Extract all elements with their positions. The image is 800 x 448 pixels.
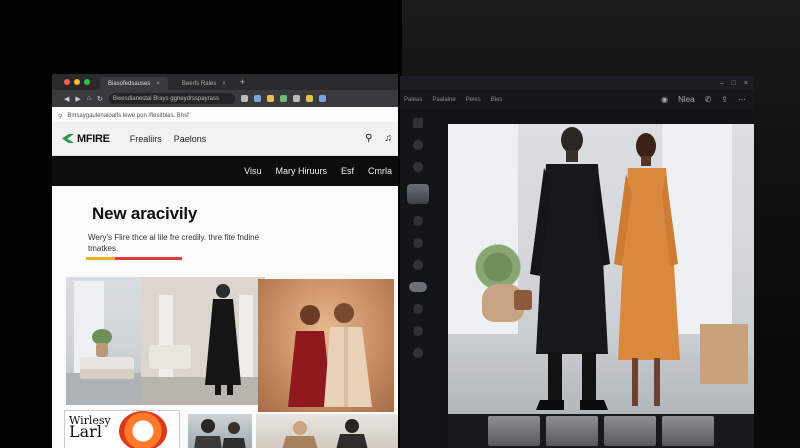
reload-icon[interactable]: ↻ (97, 95, 103, 103)
browser-tab[interactable]: Beerfs Rales × (174, 77, 234, 90)
phone-icon[interactable]: ✆ (705, 95, 712, 104)
extension-icon[interactable] (318, 95, 326, 102)
back-icon[interactable]: ◀ (64, 95, 69, 103)
right-screen-photo-app: – □ × Paleas Paalaine Peies Bles ◉ Nlea … (400, 76, 754, 448)
runway-photo-card[interactable] (141, 277, 265, 405)
menu-item[interactable]: Cmrla (368, 166, 392, 176)
sidebar-icon[interactable] (413, 238, 423, 248)
home-icon[interactable]: ⌂ (87, 95, 91, 102)
menu-item[interactable]: Visu (244, 166, 261, 176)
page-url-line: ⚲ Bmsaygaulenaloalfs.lewe pon /flesitbla… (58, 111, 398, 121)
browser-toolbar: ◀ ▶ ⌂ ↻ Bwesdianestal Brays ggneydrsspay… (52, 90, 398, 107)
address-bar-text: Bwesdianestal Brays ggneydrsspayrass (112, 95, 219, 102)
photo-viewer[interactable] (448, 124, 754, 448)
filmstrip-thumbnail[interactable] (604, 416, 656, 446)
extension-icon[interactable] (292, 95, 300, 102)
bell-icon[interactable]: ♫ (385, 133, 393, 144)
sidebar-icon[interactable] (413, 216, 423, 226)
models-photo-card[interactable] (258, 279, 394, 412)
filmstrip-thumbnail[interactable] (662, 416, 714, 446)
tab-label: Beerfs Rales (181, 80, 217, 87)
sidebar-icon[interactable] (413, 162, 423, 172)
menu-item[interactable]: Esf (341, 166, 354, 176)
app-title-bar: – □ × (400, 76, 754, 90)
tab-close-icon[interactable]: × (222, 81, 226, 87)
site-menu-bar: Visu Mary Hiruurs Esf Cmrla (52, 156, 398, 186)
promo-swirl-graphic (119, 411, 167, 448)
search-icon[interactable]: ⚲ (365, 133, 372, 144)
hero-accent-line (86, 257, 182, 260)
site-header: MFIRE Frealiirs Paelons ⚲ ♫ (52, 122, 398, 156)
toolbar-label[interactable]: Paleas (404, 97, 422, 103)
app-toolbar: Paleas Paalaine Peies Bles ◉ Nlea ✆ ⇪ ⋯ (400, 90, 754, 110)
nav-link[interactable]: Paelons (174, 134, 207, 144)
sidebar-icon[interactable] (413, 260, 423, 270)
extension-icon[interactable] (279, 95, 287, 102)
sidebar-icon[interactable] (413, 326, 423, 336)
browser-tab-active[interactable]: Biasofedsauses × (100, 77, 168, 90)
header-icons: ⚲ ♫ (365, 133, 392, 144)
logo-mark-icon (62, 134, 74, 143)
share-icon[interactable]: ⇪ (721, 95, 728, 104)
sidebar-icon[interactable] (413, 140, 423, 150)
maximize-icon[interactable]: □ (732, 80, 736, 87)
page-url-text: Bmsaygaulenaloalfs.lewe pon /flesitblas.… (67, 113, 189, 119)
toolbar-label[interactable]: Bles (491, 97, 503, 103)
models-walking-photo (514, 127, 680, 410)
toolbar-label[interactable]: Paalaine (432, 97, 455, 103)
promo-card[interactable]: Wirlesy Larl (64, 410, 180, 448)
toolbar-label[interactable]: Peies (466, 97, 481, 103)
close-icon[interactable]: × (744, 80, 748, 87)
filmstrip-thumbnail[interactable] (546, 416, 598, 446)
sidebar-icon[interactable] (413, 304, 423, 314)
sidebar-toggle[interactable] (409, 282, 427, 292)
filmstrip (448, 414, 754, 448)
runway-photo (141, 277, 265, 405)
sidebar-thumbnail[interactable] (407, 184, 429, 204)
promo-line: Larl (69, 422, 102, 441)
new-tab-icon[interactable]: + (240, 77, 245, 87)
extension-icon[interactable] (266, 95, 274, 102)
minimize-icon[interactable]: – (720, 80, 724, 87)
portrait-photo-card[interactable] (188, 414, 252, 448)
editorial-photo (282, 419, 368, 448)
filmstrip-thumbnail[interactable] (488, 416, 540, 446)
extension-icon[interactable] (305, 95, 313, 102)
models-photo (288, 303, 372, 407)
site-logo[interactable]: MFIRE (62, 133, 110, 145)
sidebar-icon[interactable] (413, 118, 423, 128)
tab-close-icon[interactable]: × (156, 81, 160, 87)
app-right-tools: ◉ Nlea ✆ ⇪ ⋯ (661, 95, 746, 104)
logo-text: MFIRE (77, 132, 110, 145)
window-minimize-icon[interactable] (74, 79, 80, 85)
window-close-icon[interactable] (64, 79, 70, 85)
tab-label: Biasofedsauses (108, 80, 151, 87)
toggle-icon[interactable]: ◉ (661, 95, 668, 104)
forward-icon[interactable]: ▶ (75, 95, 80, 103)
editorial-photo-card[interactable] (256, 414, 398, 448)
tool-label[interactable]: Nlea (678, 95, 694, 104)
lock-icon: ⚲ (58, 113, 63, 120)
sidebar-icon[interactable] (413, 348, 423, 358)
nav-link[interactable]: Frealiirs (130, 134, 162, 144)
portrait-photo (194, 419, 246, 448)
hero-subtitle: Wery's Flire thce al lile fre credily. t… (88, 233, 260, 253)
menu-item[interactable]: Mary Hiruurs (275, 166, 327, 176)
browser-tab-bar: Biasofedsauses × Beerfs Rales × + (52, 74, 398, 90)
address-bar[interactable]: Bwesdianestal Brays ggneydrsspayrass (108, 93, 235, 104)
more-icon[interactable]: ⋯ (738, 95, 746, 104)
app-sidebar (400, 110, 436, 448)
hero-title: New aracivily (92, 204, 198, 223)
window-maximize-icon[interactable] (84, 79, 90, 85)
extension-icon[interactable] (240, 95, 248, 102)
promo-text: Wirlesy Larl (69, 415, 111, 441)
extension-icon[interactable] (253, 95, 261, 102)
left-screen-browser: Biasofedsauses × Beerfs Rales × + ◀ ▶ ⌂ … (52, 74, 398, 448)
